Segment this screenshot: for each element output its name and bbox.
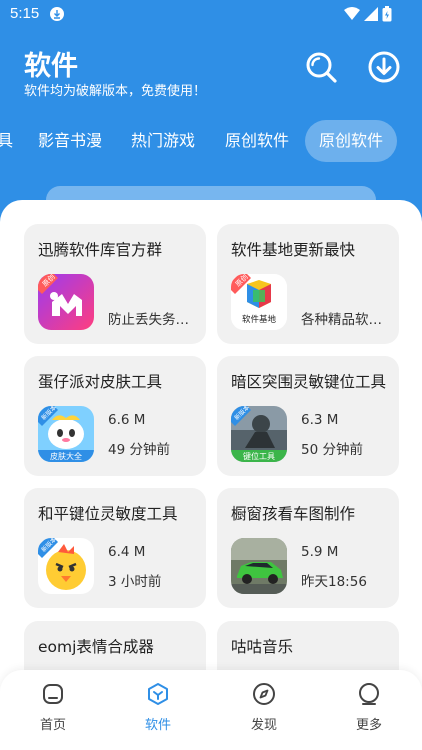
app-card-desc: 各种精品软件等你来 (301, 312, 389, 328)
app-card-desc: 防止丢失务必加入 (108, 312, 196, 328)
tab-tools[interactable]: 具 (0, 120, 13, 162)
app-card[interactable]: 迅腾软件库官方群 原创 防止丢失务必加入 (24, 224, 206, 344)
app-icon-caption: 键位工具 (243, 451, 275, 461)
app-card-title: 迅腾软件库官方群 (38, 241, 163, 259)
more-icon (359, 683, 379, 705)
cube-icon (148, 683, 168, 705)
app-card[interactable]: 暗区突围灵敏键位工具 键位工具 新版本 6.3 M 50 分钟前 (217, 356, 399, 476)
tab-original-software[interactable]: 原创软件 (225, 120, 289, 162)
app-card[interactable]: 软件基地更新最快 原创 软件基地 各种精品软件等你来 (217, 224, 399, 344)
compass-icon (253, 683, 275, 705)
app-icon-caption: 软件基地 (242, 314, 277, 325)
app-icon-pink-m: 原创 (38, 274, 94, 330)
nav-home[interactable]: 首页 (23, 682, 83, 742)
search-button[interactable] (304, 50, 338, 84)
nav-label: 首页 (39, 718, 66, 733)
app-card-size: 6.6 M (108, 412, 146, 428)
app-card-size: 6.4 M (108, 544, 146, 560)
nav-software[interactable]: 软件 (128, 682, 188, 742)
app-card-time: 昨天18:56 (301, 574, 367, 590)
app-grid: 迅腾软件库官方群 原创 防止丢失务必加入 软件基地更新最快 原 (0, 200, 422, 750)
app-card-title: eomj表情合成器 (38, 638, 154, 656)
app-card-title: 橱窗孩看车图制作 (231, 505, 356, 523)
app-card-time: 49 分钟前 (108, 442, 170, 458)
download-button[interactable] (367, 50, 401, 84)
app-card-time: 3 小时前 (108, 574, 162, 590)
nav-more[interactable]: 更多 (339, 682, 399, 742)
app-card-title: 蛋仔派对皮肤工具 (38, 373, 163, 391)
page-title: 软件 (24, 51, 78, 82)
nav-discover[interactable]: 发现 (234, 682, 294, 742)
app-card-title: 咕咕音乐 (231, 638, 294, 656)
app-card-size: 6.3 M (301, 412, 339, 428)
app-icon-battle: 键位工具 新版本 (231, 406, 287, 462)
status-icons (344, 6, 392, 22)
app-card-size: 5.9 M (301, 544, 339, 560)
app-card-title: 暗区突围灵敏键位工具 (231, 373, 387, 391)
app-icon-car (231, 538, 287, 594)
search-icon (306, 52, 337, 83)
bottom-nav: 首页 软件 发现 更多 (0, 670, 422, 750)
app-icon-caption: 皮肤大全 (50, 451, 82, 461)
page-subtitle: 软件均为破解版本，免费使用！ (24, 84, 207, 99)
home-icon (43, 684, 63, 704)
download-notification-icon (50, 7, 64, 21)
download-icon (368, 51, 400, 83)
tab-media-books[interactable]: 影音书漫 (38, 120, 102, 162)
nav-label: 发现 (250, 718, 277, 733)
app-card[interactable]: 橱窗孩看车图制作 5.9 M 昨天18:56 (217, 488, 399, 608)
header: 软件 软件均为破解版本，免费使用！ 具 影音书漫 热门游戏 原创软件 原创软件 (0, 28, 422, 200)
status-bar: 5:15 (0, 0, 422, 28)
category-tabs: 具 影音书漫 热门游戏 原创软件 原创软件 (0, 120, 422, 162)
app-icon-chick: 新版本 (38, 538, 94, 594)
tab-original-software-active[interactable]: 原创软件 (305, 120, 398, 162)
wifi-icon (344, 7, 360, 20)
app-icon-software-base: 原创 软件基地 (231, 274, 287, 330)
app-card-title: 软件基地更新最快 (231, 241, 356, 259)
app-card[interactable]: 和平键位灵敏度工具 新版本 6.4 M 3 小时前 (24, 488, 206, 608)
tab-hot-games[interactable]: 热门游戏 (131, 120, 195, 162)
status-time: 5:15 (10, 5, 40, 22)
nav-label: 更多 (355, 718, 382, 733)
app-card-time: 50 分钟前 (301, 442, 363, 458)
app-card-title: 和平键位灵敏度工具 (38, 505, 178, 523)
battery-icon (382, 6, 392, 22)
app-card[interactable]: 蛋仔派对皮肤工具 皮肤大全 新版本 6.6 M 49 分钟前 (24, 356, 206, 476)
app-icon-eggy: 皮肤大全 新版本 (38, 406, 94, 462)
nav-label: 软件 (144, 718, 171, 733)
signal-icon (364, 7, 378, 21)
